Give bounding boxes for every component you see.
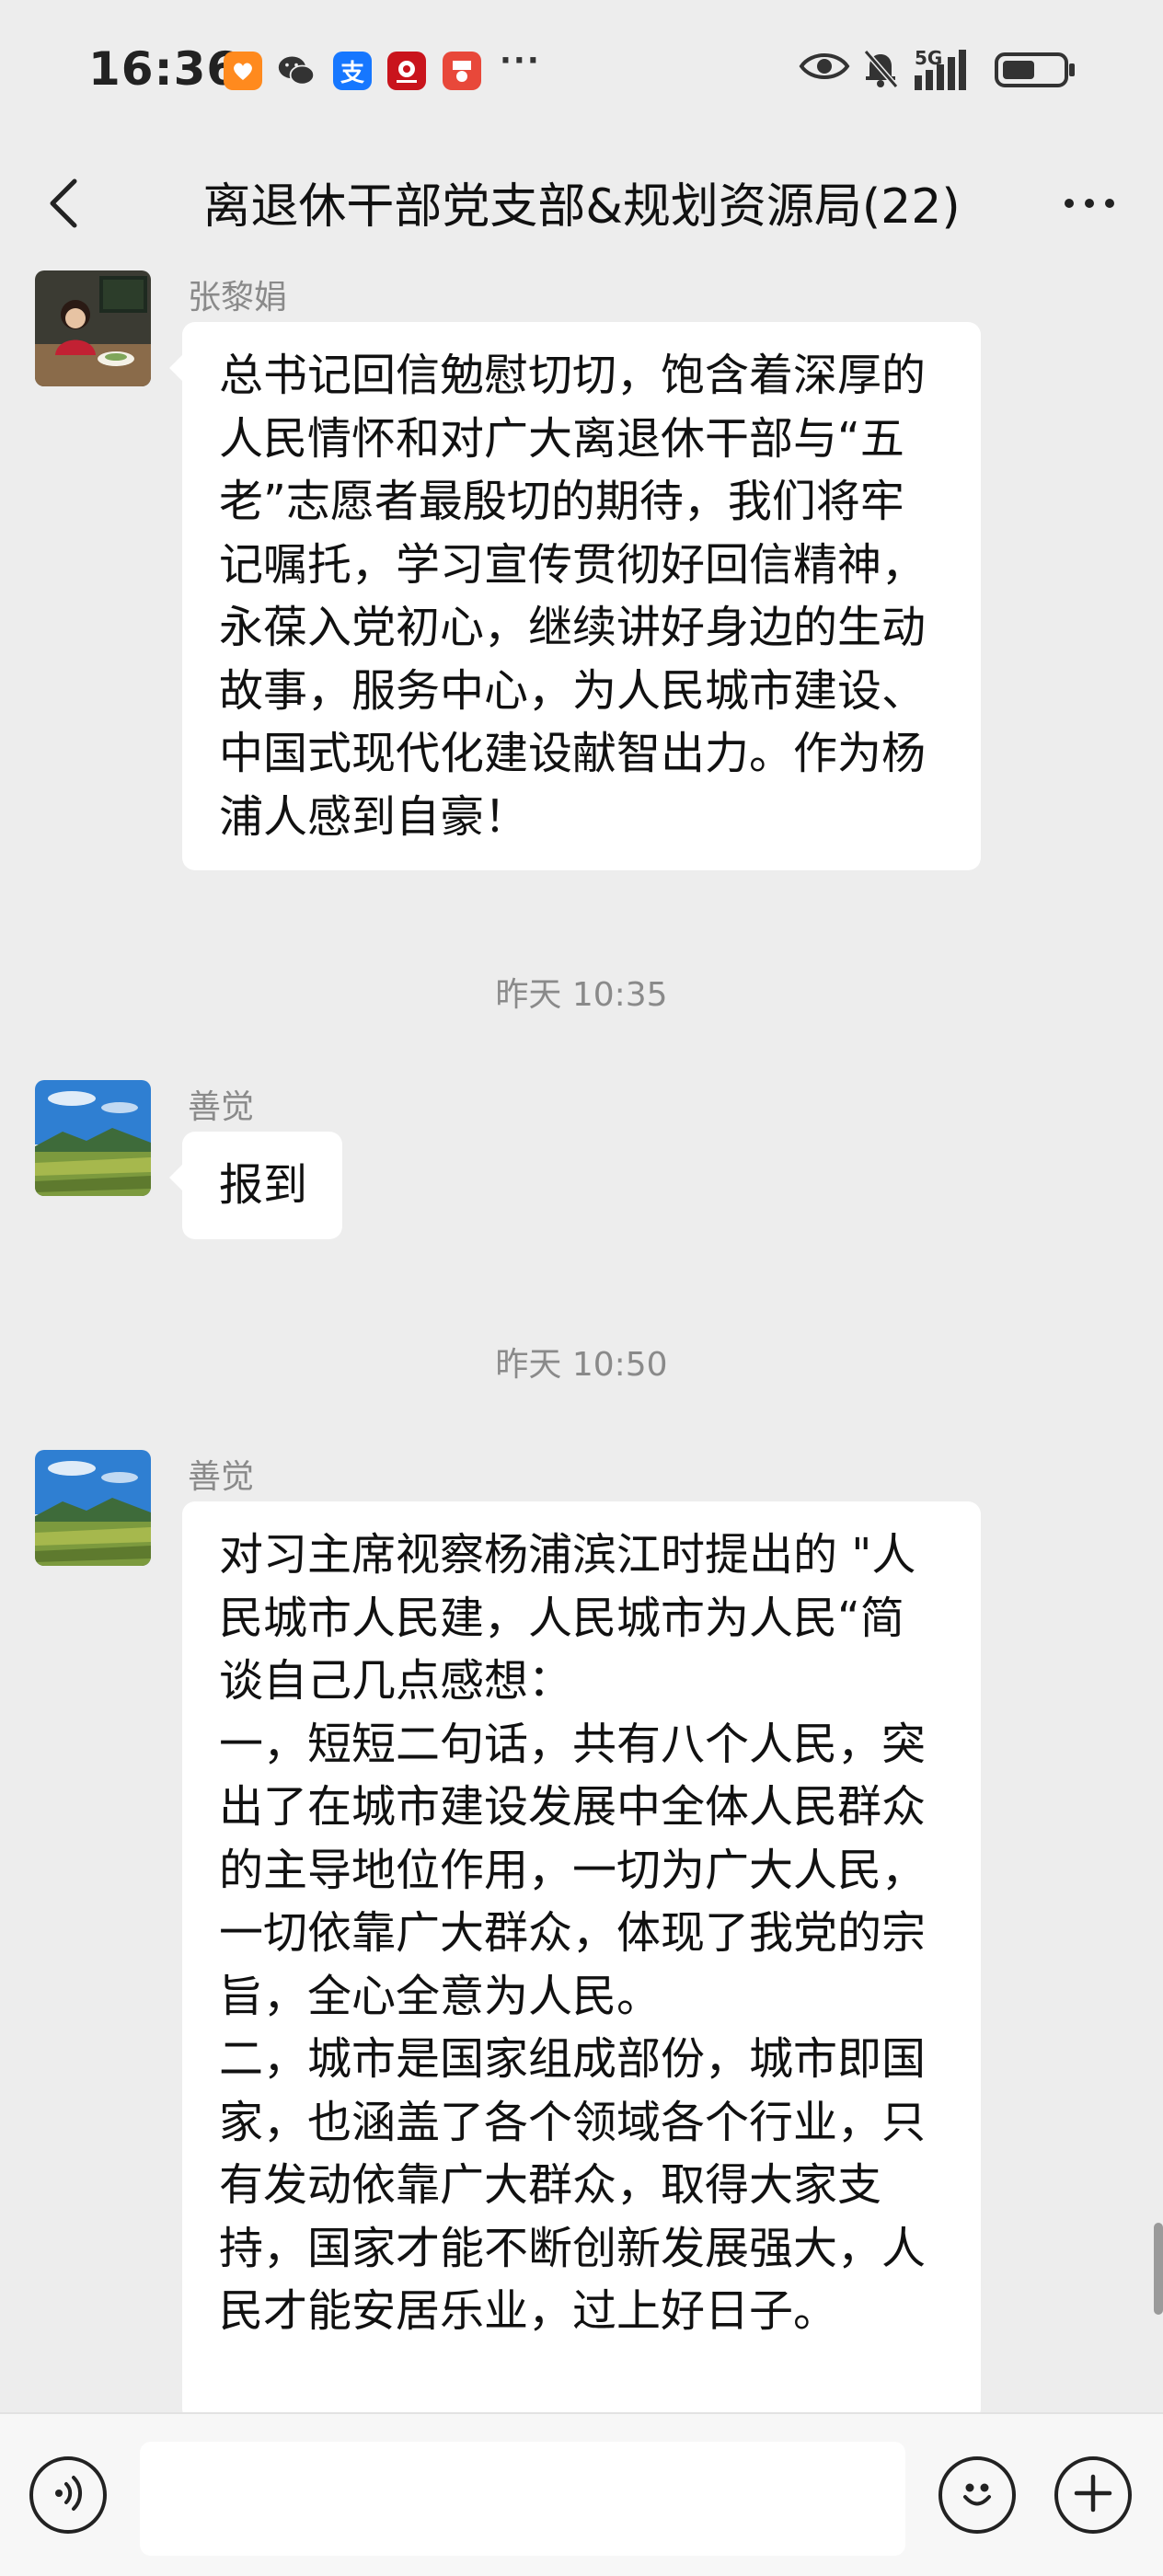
taobao-icon xyxy=(224,52,262,90)
sender-name: 善觉 xyxy=(188,1458,255,1496)
chat-title: 离退休干部党支部&规划资源局(22) xyxy=(202,179,961,235)
plus-icon xyxy=(1071,2471,1115,2519)
timestamp: 昨天 10:35 xyxy=(495,976,668,1014)
chat-input-bar xyxy=(0,2412,1163,2576)
more-dots-icon xyxy=(1062,196,1117,214)
more-notifications-indicator: ··· xyxy=(500,42,541,79)
message-input[interactable] xyxy=(140,2442,905,2556)
status-time: 16:36 xyxy=(88,42,240,96)
eye-icon xyxy=(799,48,850,88)
avatar[interactable] xyxy=(35,1080,151,1196)
chat-more-button[interactable] xyxy=(1043,173,1135,237)
scrollbar-thumb[interactable] xyxy=(1154,2223,1163,2315)
message-bubble[interactable]: 对习主席视察杨浦滨江时提出的 "人民城市人民建，人民城市为人民“简谈自己几点感想… xyxy=(182,1501,981,2421)
message-bubble[interactable]: 报到 xyxy=(168,1132,343,1239)
timestamp: 昨天 10:50 xyxy=(495,1346,668,1384)
avatar[interactable] xyxy=(35,1450,151,1566)
wechat-group-chat-screen: 16:36 支 ··· 5G 离退休干部党支部&规划资源局(22) 张黎娟 总书… xyxy=(0,0,1163,2576)
signal-icon: 5G xyxy=(913,46,983,96)
back-button[interactable] xyxy=(31,164,96,247)
chat-header: 离退休干部党支部&规划资源局(22) xyxy=(0,147,1163,267)
emoji-icon xyxy=(954,2470,1000,2520)
news-app-icon xyxy=(443,52,481,90)
voice-icon xyxy=(48,2473,88,2517)
battery-icon xyxy=(994,52,1078,92)
more-functions-button[interactable] xyxy=(1054,2456,1132,2534)
message-bubble[interactable]: 总书记回信勉慰切切，饱含着深厚的人民情怀和对广大离退休干部与“五老”志愿者最殷切… xyxy=(169,322,981,870)
sender-name: 张黎娟 xyxy=(188,279,288,316)
wechat-icon xyxy=(277,52,316,90)
status-bar: 16:36 支 ··· 5G xyxy=(0,0,1163,147)
mute-bell-icon xyxy=(861,48,900,92)
avatar[interactable] xyxy=(35,270,151,386)
vodafone-app-icon xyxy=(387,52,426,90)
emoji-button[interactable] xyxy=(938,2456,1016,2534)
chevron-left-icon xyxy=(45,176,82,235)
alipay-icon: 支 xyxy=(333,52,372,90)
sender-name: 善觉 xyxy=(188,1088,255,1126)
voice-input-button[interactable] xyxy=(29,2456,107,2534)
